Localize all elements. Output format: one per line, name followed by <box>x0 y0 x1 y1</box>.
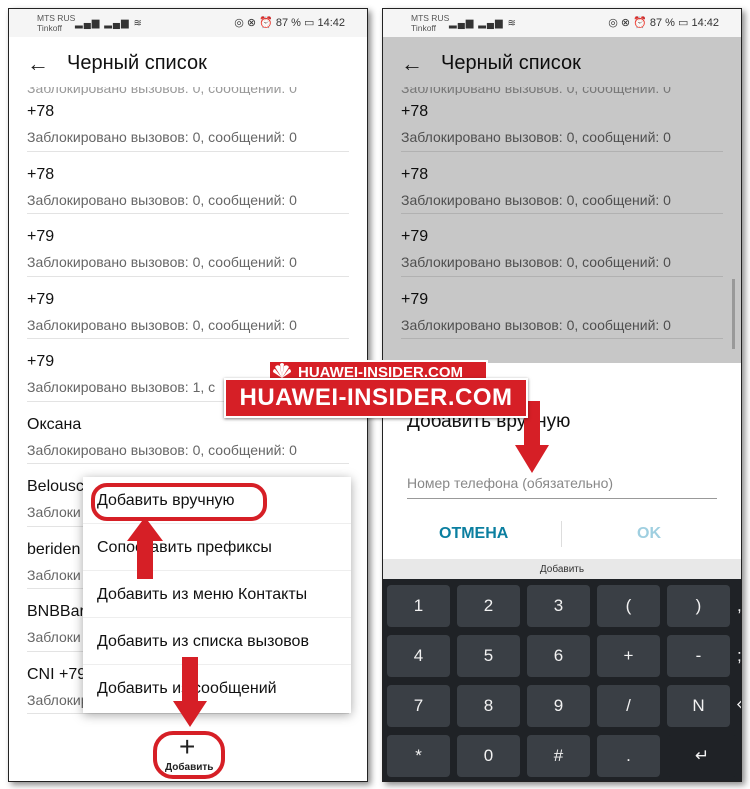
key-5[interactable]: 5 <box>457 635 520 677</box>
list-item[interactable]: +78 Заблокировано вызовов: 0, сообщений: … <box>27 152 349 214</box>
list-item-detail: Заблокировано вызовов: 1, с <box>27 379 216 395</box>
highlight-add-button <box>153 731 225 779</box>
list-item-title: +79 <box>27 228 55 245</box>
menu-item-add-from-messages[interactable]: Добавить из сообщений <box>83 665 351 712</box>
status-right: ◎ ⊗ ⏰ 87 % ▭ 14:42 <box>608 16 719 29</box>
arrow-up-icon <box>127 517 163 579</box>
arrow-down-icon <box>173 657 207 727</box>
key-8[interactable]: 8 <box>457 685 520 727</box>
key-1[interactable]: 1 <box>387 585 450 627</box>
status-right: ◎ ⊗ ⏰ 87 % ▭ 14:42 <box>234 16 345 29</box>
status-icons: ◎ ⊗ ⏰ <box>234 17 276 29</box>
modal-overlay <box>383 37 741 363</box>
button-divider <box>561 521 562 547</box>
scrollbar[interactable] <box>732 279 735 349</box>
list-item-title: CNI +79 <box>27 665 87 683</box>
list-item-detail: Заблокировано вызовов: 0, сообщений: 0 <box>27 191 297 208</box>
battery-icon: ▭ <box>678 17 692 29</box>
menu-item-match-prefixes[interactable]: Сопоставить префиксы <box>83 524 351 571</box>
carrier-name-1: MTS RUS <box>37 13 76 23</box>
key-slash[interactable]: / <box>597 685 660 727</box>
ok-button[interactable]: OK <box>637 525 661 543</box>
carrier-name-1: MTS RUS <box>411 13 450 23</box>
list-item-detail: Заблоки <box>27 504 81 520</box>
app-bar: ← Черный список <box>9 37 367 89</box>
status-bar: MTS RUS Tinkoff ▂▄▆ ▂▄▆ ≋ ◎ ⊗ ⏰ 87 % ▭ 1… <box>383 9 741 37</box>
key-4[interactable]: 4 <box>387 635 450 677</box>
key-3[interactable]: 3 <box>527 585 590 627</box>
key-9[interactable]: 9 <box>527 685 590 727</box>
phone-number-input[interactable]: Номер телефона (обязательно) <box>407 467 717 499</box>
list-item[interactable]: +78 Заблокировано вызовов: 0, сообщений: … <box>27 89 349 152</box>
numeric-keyboard: 123(),456+-;789/N⌫*0#.↵ <box>383 579 741 781</box>
key-asterisk[interactable]: * <box>387 735 450 777</box>
list-item-detail: Заблоки <box>27 629 81 645</box>
clock: 14:42 <box>691 17 719 29</box>
status-bar: MTS RUS Tinkoff ▂▄▆ ▂▄▆ ≋ ◎ ⊗ ⏰ 87 % ▭ 1… <box>9 9 367 37</box>
enter-icon[interactable]: ↵ <box>667 735 737 777</box>
page-title: Черный список <box>67 52 207 74</box>
signal-icon: ▂▄▆ ▂▄▆ ≋ <box>449 18 517 29</box>
key-hash[interactable]: # <box>527 735 590 777</box>
menu-item-add-from-call-log[interactable]: Добавить из списка вызовов <box>83 618 351 665</box>
list-item[interactable]: +79 Заблокировано вызовов: 0, сообщений: … <box>27 214 349 277</box>
clock: 14:42 <box>317 17 345 29</box>
key-minus[interactable]: - <box>667 635 730 677</box>
list-item-title: Belousc <box>27 478 84 495</box>
watermark-large: HUAWEI-INSIDER.COM <box>224 378 528 418</box>
list-item-title: +78 <box>27 165 55 183</box>
carrier-info: MTS RUS Tinkoff <box>411 13 449 33</box>
carrier-info: MTS RUS Tinkoff <box>37 13 75 33</box>
key-n[interactable]: N <box>667 685 730 727</box>
key-dot[interactable]: . <box>597 735 660 777</box>
key-2[interactable]: 2 <box>457 585 520 627</box>
key-plus[interactable]: + <box>597 635 660 677</box>
carrier-name-2: Tinkoff <box>37 23 63 33</box>
menu-item-add-from-contacts[interactable]: Добавить из меню Контакты <box>83 571 351 618</box>
list-item-detail: Заблокировано вызовов: 0, сообщений: 0 <box>27 254 297 270</box>
list-item-title: BNBBar <box>27 603 85 620</box>
list-item-title: Оксана <box>27 415 82 433</box>
list-item-detail: Заблокировано вызовов: 0, сообщений: 0 <box>27 129 297 145</box>
highlight-add-manually <box>91 483 267 521</box>
battery-percent: 87 % <box>275 17 301 29</box>
back-arrow-icon[interactable]: ← <box>27 51 49 77</box>
key-close-paren[interactable]: ) <box>667 585 730 627</box>
signal-icon: ▂▄▆ ▂▄▆ ≋ <box>75 18 143 29</box>
status-icons: ◎ ⊗ ⏰ <box>608 17 650 29</box>
battery-percent: 87 % <box>649 17 675 29</box>
list-item-title: +79 <box>27 353 55 370</box>
list-item[interactable]: +79 Заблокировано вызовов: 0, сообщений: … <box>27 277 349 339</box>
list-item-title: +79 <box>27 290 55 308</box>
cancel-button[interactable]: ОТМЕНА <box>439 525 508 543</box>
list-item-detail: Заблокировано вызовов: 0, сообщений: 0 <box>27 316 297 333</box>
list-item-title: +78 <box>27 103 55 120</box>
key-7[interactable]: 7 <box>387 685 450 727</box>
list-item-title: beriden <box>27 540 81 558</box>
carrier-name-2: Tinkoff <box>411 23 437 33</box>
list-item-detail: Заблоки <box>27 566 81 583</box>
battery-icon: ▭ <box>304 17 318 29</box>
key-0[interactable]: 0 <box>457 735 520 777</box>
key-6[interactable]: 6 <box>527 635 590 677</box>
key-open-paren[interactable]: ( <box>597 585 660 627</box>
keyboard-label: Добавить <box>383 559 741 579</box>
list-item-detail: Заблокировано вызовов: 0, сообщений: 0 <box>27 441 297 458</box>
